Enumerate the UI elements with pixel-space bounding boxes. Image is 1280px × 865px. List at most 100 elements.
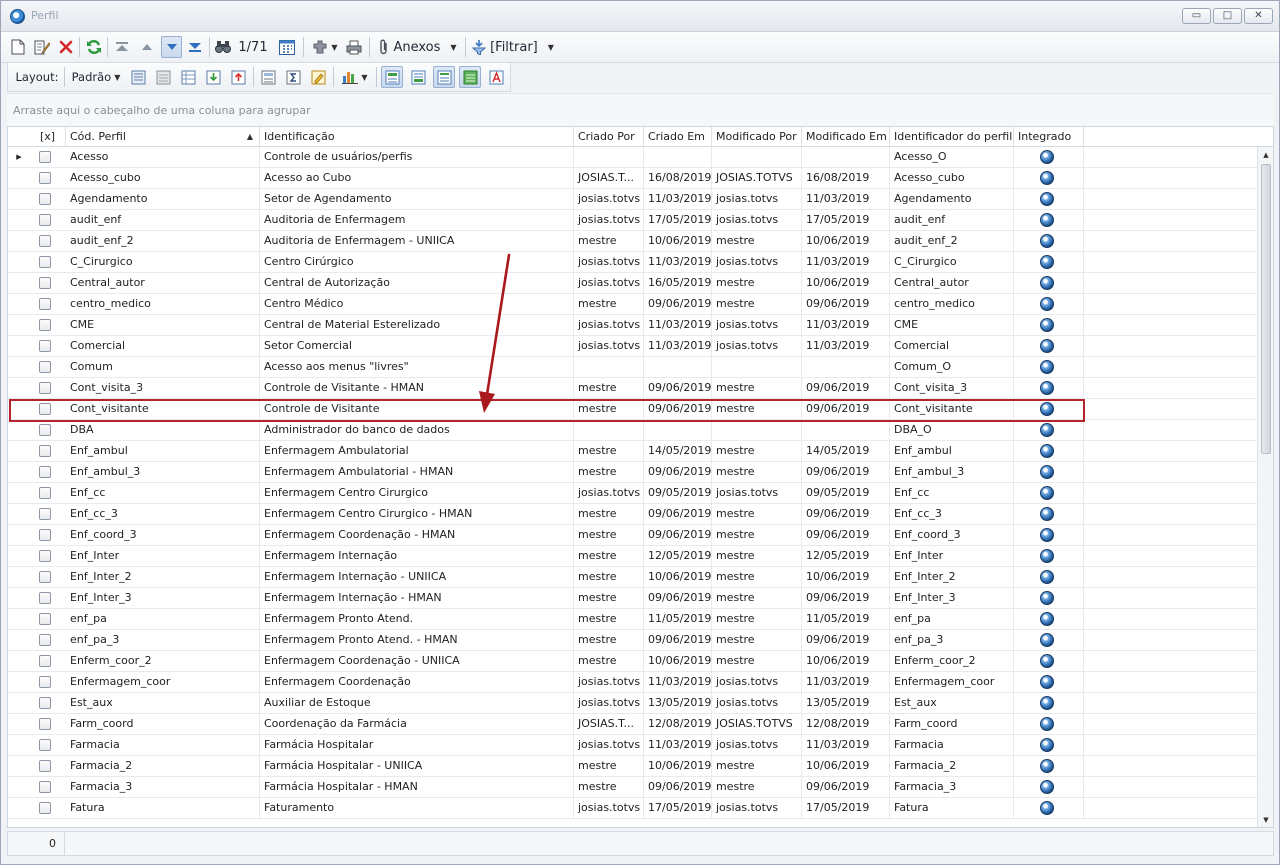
next-record-button[interactable] [161,36,182,58]
table-row[interactable]: Cont_visitante Controle de Visitante mestr… [8,399,1258,420]
save-layout-button[interactable] [128,66,148,88]
delete-record-button[interactable] [57,36,75,58]
table-row[interactable]: Farmacia Farmácia Hospitalar josias.totvs 1… [8,735,1258,756]
profile-identifier-column-header[interactable]: Identificador do perfil [890,127,1014,147]
new-record-button[interactable] [9,36,27,58]
row-select-checkbox[interactable] [39,571,51,583]
table-row[interactable]: Enf_ambul_3 Enfermagem Ambulatorial - HMA… [8,462,1258,483]
scrollbar-thumb[interactable] [1261,164,1271,454]
table-row[interactable]: Agendamento Setor de Agendamento josias.to… [8,189,1258,210]
row-select-checkbox[interactable] [39,340,51,352]
refresh-button[interactable] [85,36,103,58]
last-record-button[interactable] [186,36,204,58]
group-by-button[interactable] [258,66,278,88]
columns-layout-button[interactable] [178,66,198,88]
table-row[interactable]: CME Central de Material Esterelizado josia… [8,315,1258,336]
row-select-checkbox[interactable] [39,634,51,646]
title-bar[interactable]: Perfil ▭ □ ✕ [1,1,1279,32]
table-row[interactable]: Cont_visita_3 Controle de Visitante - HMA… [8,378,1258,399]
table-row[interactable]: Enf_Inter_3 Enfermagem Internação - HMAN m… [8,588,1258,609]
row-select-checkbox[interactable] [39,508,51,520]
row-select-checkbox[interactable] [39,256,51,268]
row-select-checkbox[interactable] [39,403,51,415]
group-drop-panel[interactable]: Arraste aqui o cabeçalho de uma coluna p… [7,93,1274,126]
table-row[interactable]: Fatura Faturamento josias.totvs 17/05/2019 j… [8,798,1258,819]
table-row[interactable]: C_Cirurgico Centro Cirúrgico josias.totvs 1… [8,252,1258,273]
table-row[interactable]: Acesso_cubo Acesso ao Cubo JOSIAS.T... 16/0… [8,168,1258,189]
row-select-checkbox[interactable] [39,592,51,604]
filter-dropdown[interactable]: [Filtrar] ▼ [470,36,556,58]
minimize-button[interactable]: ▭ [1182,8,1211,24]
table-row[interactable]: audit_enf Auditoria de Enfermagem josias.t… [8,210,1258,231]
summary-button[interactable] [283,66,303,88]
table-row[interactable]: Comercial Setor Comercial josias.totvs 11/0… [8,336,1258,357]
table-row[interactable]: ▶ Acesso Controle de usuários/perfis Acesso… [8,147,1258,168]
table-row[interactable]: enf_pa_3 Enfermagem Pronto Atend. - HMAN m… [8,630,1258,651]
select-column-header[interactable]: [x] [30,127,66,147]
row-select-checkbox[interactable] [39,298,51,310]
table-row[interactable]: centro_medico Centro Médico mestre 09/06/20… [8,294,1258,315]
row-select-checkbox[interactable] [39,151,51,163]
show-footer-toggle[interactable] [407,66,429,88]
table-row[interactable]: enf_pa Enfermagem Pronto Atend. mestre 11/0… [8,609,1258,630]
row-select-checkbox[interactable] [39,739,51,751]
row-select-checkbox[interactable] [39,424,51,436]
code-column-header[interactable]: Cód. Perfil ▲ [66,127,260,147]
scroll-up-icon[interactable]: ▲ [1259,148,1273,162]
table-row[interactable]: Enf_cc Enfermagem Centro Cirurgico josias.… [8,483,1258,504]
export-layout-button[interactable] [228,66,248,88]
attachments-dropdown[interactable]: Anexos ▼ [375,36,461,58]
first-record-button[interactable] [113,36,131,58]
chart-dropdown[interactable]: ▼ [339,66,371,88]
show-preview-toggle[interactable] [459,66,481,88]
show-header-toggle[interactable] [381,66,403,88]
row-select-checkbox[interactable] [39,718,51,730]
row-select-checkbox[interactable] [39,361,51,373]
row-select-checkbox[interactable] [39,529,51,541]
modified-at-column-header[interactable]: Modificado Em [802,127,890,147]
table-row[interactable]: Central_autor Central de Autorização josia… [8,273,1258,294]
calendar-view-button[interactable] [277,36,297,58]
layout-select[interactable]: Padrão ▼ [69,66,123,88]
modified-by-column-header[interactable]: Modificado Por [712,127,802,147]
row-select-checkbox[interactable] [39,655,51,667]
table-row[interactable]: audit_enf_2 Auditoria de Enfermagem - UNI… [8,231,1258,252]
created-at-column-header[interactable]: Criado Em [644,127,712,147]
table-row[interactable]: Est_aux Auxiliar de Estoque josias.totvs 13… [8,693,1258,714]
show-group-panel-toggle[interactable] [433,66,455,88]
vertical-scrollbar[interactable]: ▲ ▼ [1257,147,1273,827]
table-row[interactable]: Comum Acesso aos menus "livres" Comum_O [8,357,1258,378]
row-select-checkbox[interactable] [39,382,51,394]
row-select-checkbox[interactable] [39,445,51,457]
import-layout-button[interactable] [203,66,223,88]
highlight-button[interactable] [308,66,328,88]
table-row[interactable]: Farmacia_2 Farmácia Hospitalar - UNIICA me… [8,756,1258,777]
close-window-button[interactable]: ✕ [1244,8,1273,24]
row-select-checkbox[interactable] [39,319,51,331]
row-select-checkbox[interactable] [39,550,51,562]
search-button[interactable] [214,36,232,58]
table-row[interactable]: Farmacia_3 Farmácia Hospitalar - HMAN mest… [8,777,1258,798]
table-row[interactable]: Enf_Inter Enfermagem Internação mestre 12/0… [8,546,1258,567]
maximize-button[interactable]: □ [1213,8,1242,24]
processes-dropdown[interactable]: ▼ [308,36,342,58]
delete-layout-button[interactable] [153,66,173,88]
row-select-checkbox[interactable] [39,802,51,814]
table-row[interactable]: Farm_coord Coordenação da Farmácia JOSIAS.… [8,714,1258,735]
table-row[interactable]: Enf_ambul Enfermagem Ambulatorial mestre 14… [8,441,1258,462]
row-select-checkbox[interactable] [39,193,51,205]
row-select-checkbox[interactable] [39,235,51,247]
row-select-checkbox[interactable] [39,214,51,226]
row-select-checkbox[interactable] [39,781,51,793]
row-select-checkbox[interactable] [39,697,51,709]
table-row[interactable]: DBA Administrador do banco de dados DBA_O [8,420,1258,441]
row-select-checkbox[interactable] [39,487,51,499]
integrated-column-header[interactable]: Integrado [1014,127,1084,147]
font-settings-button[interactable] [485,66,507,88]
edit-record-button[interactable] [33,36,51,58]
table-row[interactable]: Enfermagem_coor Enfermagem Coordenação jos… [8,672,1258,693]
row-select-checkbox[interactable] [39,760,51,772]
identification-column-header[interactable]: Identificação [260,127,574,147]
table-row[interactable]: Enf_coord_3 Enfermagem Coordenação - HMAN… [8,525,1258,546]
row-select-checkbox[interactable] [39,613,51,625]
